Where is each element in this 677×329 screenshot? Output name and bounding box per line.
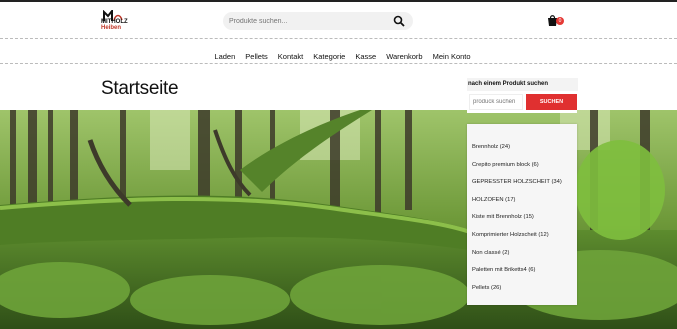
- category-item-holzofen[interactable]: HOLZOFEN (17): [472, 195, 562, 213]
- logo-line2: Heiben: [101, 25, 122, 31]
- nav-item-laden[interactable]: Laden: [214, 52, 235, 61]
- category-item-brennholz[interactable]: Brennholz (24): [472, 142, 562, 160]
- category-item-crepito[interactable]: Crepito premium block (6): [472, 160, 562, 178]
- divider: [0, 38, 677, 39]
- nav-item-warenkorb[interactable]: Warenkorb: [386, 52, 422, 61]
- site-header: MITHOLZ Heiben 0: [0, 2, 677, 39]
- nav-item-mein-konto[interactable]: Mein Konto: [433, 52, 471, 61]
- nav-item-kontakt[interactable]: Kontakt: [278, 52, 303, 61]
- category-item-gepresster-holzscheit[interactable]: GEPRESSTER HOLZSCHEIT (34): [472, 177, 562, 195]
- product-search-button[interactable]: SUCHEN: [526, 94, 577, 110]
- header-search: [223, 12, 413, 30]
- category-list-widget: Brennholz (24) Crepito premium block (6)…: [467, 124, 577, 305]
- product-search-widget: SUCHEN: [467, 91, 577, 113]
- category-item-komprimierter[interactable]: Komprimierter Holzscheit (12): [472, 230, 562, 248]
- page-title: Startseite: [101, 78, 179, 99]
- category-item-paletten[interactable]: Paletten mit Briketts4 (6): [472, 265, 562, 283]
- category-item-non-classe[interactable]: Non classé (2): [472, 248, 562, 266]
- category-item-kiste[interactable]: Kiste mit Brennholz (15): [472, 212, 562, 230]
- cart-count-badge: 0: [556, 17, 564, 25]
- divider: [0, 63, 677, 64]
- product-search-widget-title: nach einem Produkt suchen: [467, 78, 578, 91]
- category-item-pellets[interactable]: Pellets (26): [472, 283, 562, 301]
- main-nav: Laden Pellets Kontakt Kategorie Kasse Wa…: [0, 40, 677, 63]
- search-input[interactable]: [229, 15, 379, 27]
- nav-item-kategorie[interactable]: Kategorie: [313, 52, 345, 61]
- site-logo[interactable]: MITHOLZ Heiben: [100, 10, 136, 34]
- nav-item-pellets[interactable]: Pellets: [245, 52, 268, 61]
- product-search-input[interactable]: [469, 94, 523, 110]
- search-icon[interactable]: [393, 15, 405, 27]
- nav-item-kasse[interactable]: Kasse: [355, 52, 376, 61]
